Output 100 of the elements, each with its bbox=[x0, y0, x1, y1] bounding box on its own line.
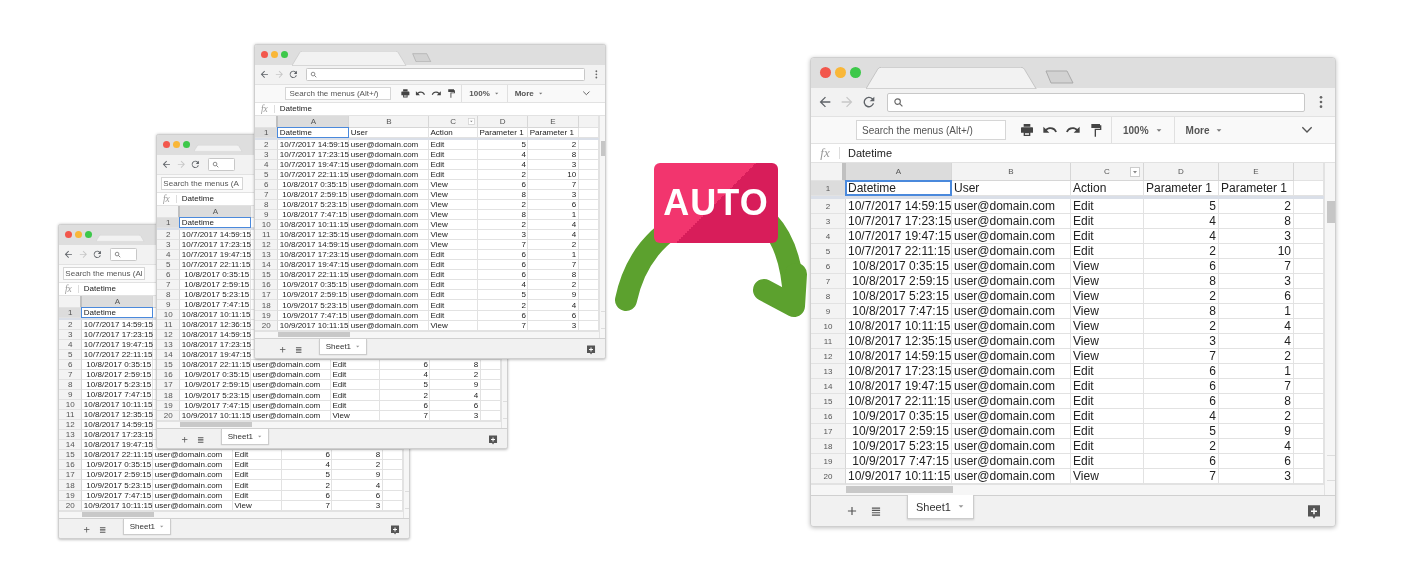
table-cell[interactable]: View bbox=[1071, 469, 1143, 483]
table-cell[interactable]: Edit bbox=[1071, 229, 1143, 243]
minimize-button[interactable] bbox=[271, 51, 279, 59]
table-cell[interactable]: View bbox=[1071, 334, 1143, 348]
column-header[interactable]: A bbox=[846, 163, 951, 180]
table-cell[interactable]: 4 bbox=[1219, 439, 1293, 453]
scroll-arrows[interactable] bbox=[503, 400, 508, 419]
row-number[interactable]: 17 bbox=[811, 424, 846, 439]
add-sheet-icon[interactable] bbox=[81, 524, 92, 535]
table-cell[interactable]: 8 bbox=[1219, 394, 1293, 408]
sheet-list-icon[interactable] bbox=[293, 344, 304, 355]
table-cell[interactable]: View bbox=[1071, 319, 1143, 333]
table-cell[interactable]: 2 bbox=[1144, 319, 1218, 333]
table-cell[interactable]: 10/7/2017 19:47:15 bbox=[846, 229, 954, 243]
reload-icon[interactable] bbox=[288, 69, 300, 80]
table-cell[interactable]: 2 bbox=[1144, 439, 1218, 453]
row-number[interactable]: 1 bbox=[811, 181, 846, 196]
table-cell[interactable]: user@domain.com bbox=[952, 364, 1070, 378]
sheet-list-icon[interactable] bbox=[97, 524, 108, 535]
table-cell[interactable]: user@domain.com bbox=[952, 199, 1070, 213]
table-cell[interactable]: 10/8/2017 17:23:15 bbox=[846, 364, 954, 378]
new-tab-button[interactable] bbox=[411, 53, 432, 63]
address-field[interactable] bbox=[305, 68, 586, 81]
table-cell[interactable]: 4 bbox=[1219, 319, 1293, 333]
table-cell[interactable]: 10/8/2017 2:59:15 bbox=[846, 274, 951, 288]
table-cell[interactable]: 10/8/2017 22:11:15 bbox=[846, 394, 953, 408]
column-header[interactable]: D bbox=[1144, 163, 1218, 180]
table-cell[interactable]: User bbox=[952, 181, 1070, 195]
table-cell[interactable]: 1 bbox=[1219, 364, 1293, 378]
reload-icon[interactable] bbox=[861, 94, 877, 110]
comment-icon[interactable] bbox=[487, 434, 500, 447]
table-cell[interactable]: user@domain.com bbox=[952, 439, 1070, 453]
reload-icon[interactable] bbox=[92, 249, 104, 260]
table-cell[interactable]: 6 bbox=[1219, 289, 1293, 303]
more-menu[interactable]: More bbox=[1181, 124, 1228, 136]
table-cell[interactable]: 10/8/2017 12:35:15 bbox=[846, 334, 954, 348]
maximize-button[interactable] bbox=[850, 67, 861, 78]
paint-format-icon[interactable] bbox=[1088, 122, 1104, 138]
comment-icon[interactable] bbox=[585, 344, 598, 357]
table-cell[interactable]: 10/9/2017 2:59:15 bbox=[846, 424, 951, 438]
table-cell[interactable]: Edit bbox=[1071, 244, 1143, 258]
table-cell[interactable]: 5 bbox=[1144, 424, 1218, 438]
table-cell[interactable]: Edit bbox=[1071, 439, 1143, 453]
table-cell[interactable]: 7 bbox=[1219, 379, 1293, 393]
back-icon[interactable] bbox=[817, 94, 833, 110]
table-cell[interactable]: user@domain.com bbox=[952, 259, 1070, 273]
table-cell[interactable]: 10/7/2017 17:23:15 bbox=[846, 214, 954, 228]
table-cell[interactable]: 10/9/2017 0:35:15 bbox=[846, 409, 951, 423]
close-button[interactable] bbox=[65, 231, 73, 239]
table-cell[interactable]: Edit bbox=[1071, 454, 1143, 468]
table-cell[interactable]: user@domain.com bbox=[952, 379, 1070, 393]
column-header[interactable]: C bbox=[1071, 163, 1143, 180]
close-button[interactable] bbox=[261, 51, 269, 59]
scrollbar-thumb[interactable] bbox=[601, 141, 606, 156]
table-cell[interactable]: user@domain.com bbox=[952, 319, 1070, 333]
column-header[interactable]: E bbox=[1219, 163, 1293, 180]
table-cell[interactable]: user@domain.com bbox=[952, 334, 1070, 348]
table-cell[interactable]: 10/7/2017 14:59:15 bbox=[846, 199, 954, 213]
row-number[interactable]: 10 bbox=[811, 319, 846, 334]
table-cell[interactable]: View bbox=[1071, 259, 1143, 273]
select-all-corner[interactable] bbox=[811, 163, 846, 181]
minimize-button[interactable] bbox=[835, 67, 846, 78]
row-number[interactable]: 14 bbox=[811, 379, 846, 394]
table-cell[interactable]: Edit bbox=[1071, 214, 1143, 228]
back-icon[interactable] bbox=[259, 69, 270, 80]
table-cell[interactable]: Edit bbox=[1071, 409, 1143, 423]
scrollbar-thumb[interactable] bbox=[1327, 201, 1335, 223]
table-cell[interactable]: Parameter 1 bbox=[1219, 181, 1293, 195]
paint-format-icon[interactable] bbox=[445, 87, 457, 99]
add-sheet-icon[interactable] bbox=[179, 434, 190, 445]
minimize-button[interactable] bbox=[75, 231, 83, 239]
table-cell[interactable]: 6 bbox=[1144, 364, 1218, 378]
back-icon[interactable] bbox=[161, 159, 172, 170]
scroll-arrows[interactable] bbox=[601, 310, 606, 329]
formula-text[interactable]: Datetime bbox=[848, 147, 893, 159]
table-cell[interactable]: user@domain.com bbox=[952, 214, 1070, 228]
row-number[interactable]: 5 bbox=[811, 244, 846, 259]
scrollbar-thumb[interactable] bbox=[180, 422, 253, 427]
row-number[interactable]: 2 bbox=[811, 199, 846, 214]
table-cell[interactable]: View bbox=[1071, 304, 1143, 318]
table-cell[interactable]: 4 bbox=[1219, 334, 1293, 348]
table-cell[interactable]: 10/8/2017 10:11:15 bbox=[846, 319, 953, 333]
forward-icon[interactable] bbox=[839, 94, 855, 110]
dropdown-icon[interactable] bbox=[1130, 167, 1140, 177]
table-cell[interactable]: 8 bbox=[1144, 274, 1218, 288]
table-cell[interactable]: 7 bbox=[1144, 349, 1218, 363]
table-cell[interactable]: user@domain.com bbox=[952, 289, 1070, 303]
table-cell[interactable]: 3 bbox=[1144, 334, 1218, 348]
table-cell[interactable]: Datetime bbox=[846, 181, 951, 195]
close-button[interactable] bbox=[820, 67, 831, 78]
table-cell[interactable]: user@domain.com bbox=[952, 274, 1070, 288]
row-number[interactable]: 15 bbox=[811, 394, 846, 409]
table-cell[interactable]: user@domain.com bbox=[952, 394, 1070, 408]
table-cell[interactable]: Edit bbox=[1071, 379, 1143, 393]
row-number[interactable]: 12 bbox=[811, 349, 846, 364]
table-cell[interactable]: 2 bbox=[1219, 349, 1293, 363]
table-cell[interactable]: Action bbox=[1071, 181, 1143, 195]
row-number[interactable]: 18 bbox=[811, 439, 846, 454]
print-icon[interactable] bbox=[399, 87, 411, 99]
row-number[interactable]: 19 bbox=[811, 454, 846, 469]
